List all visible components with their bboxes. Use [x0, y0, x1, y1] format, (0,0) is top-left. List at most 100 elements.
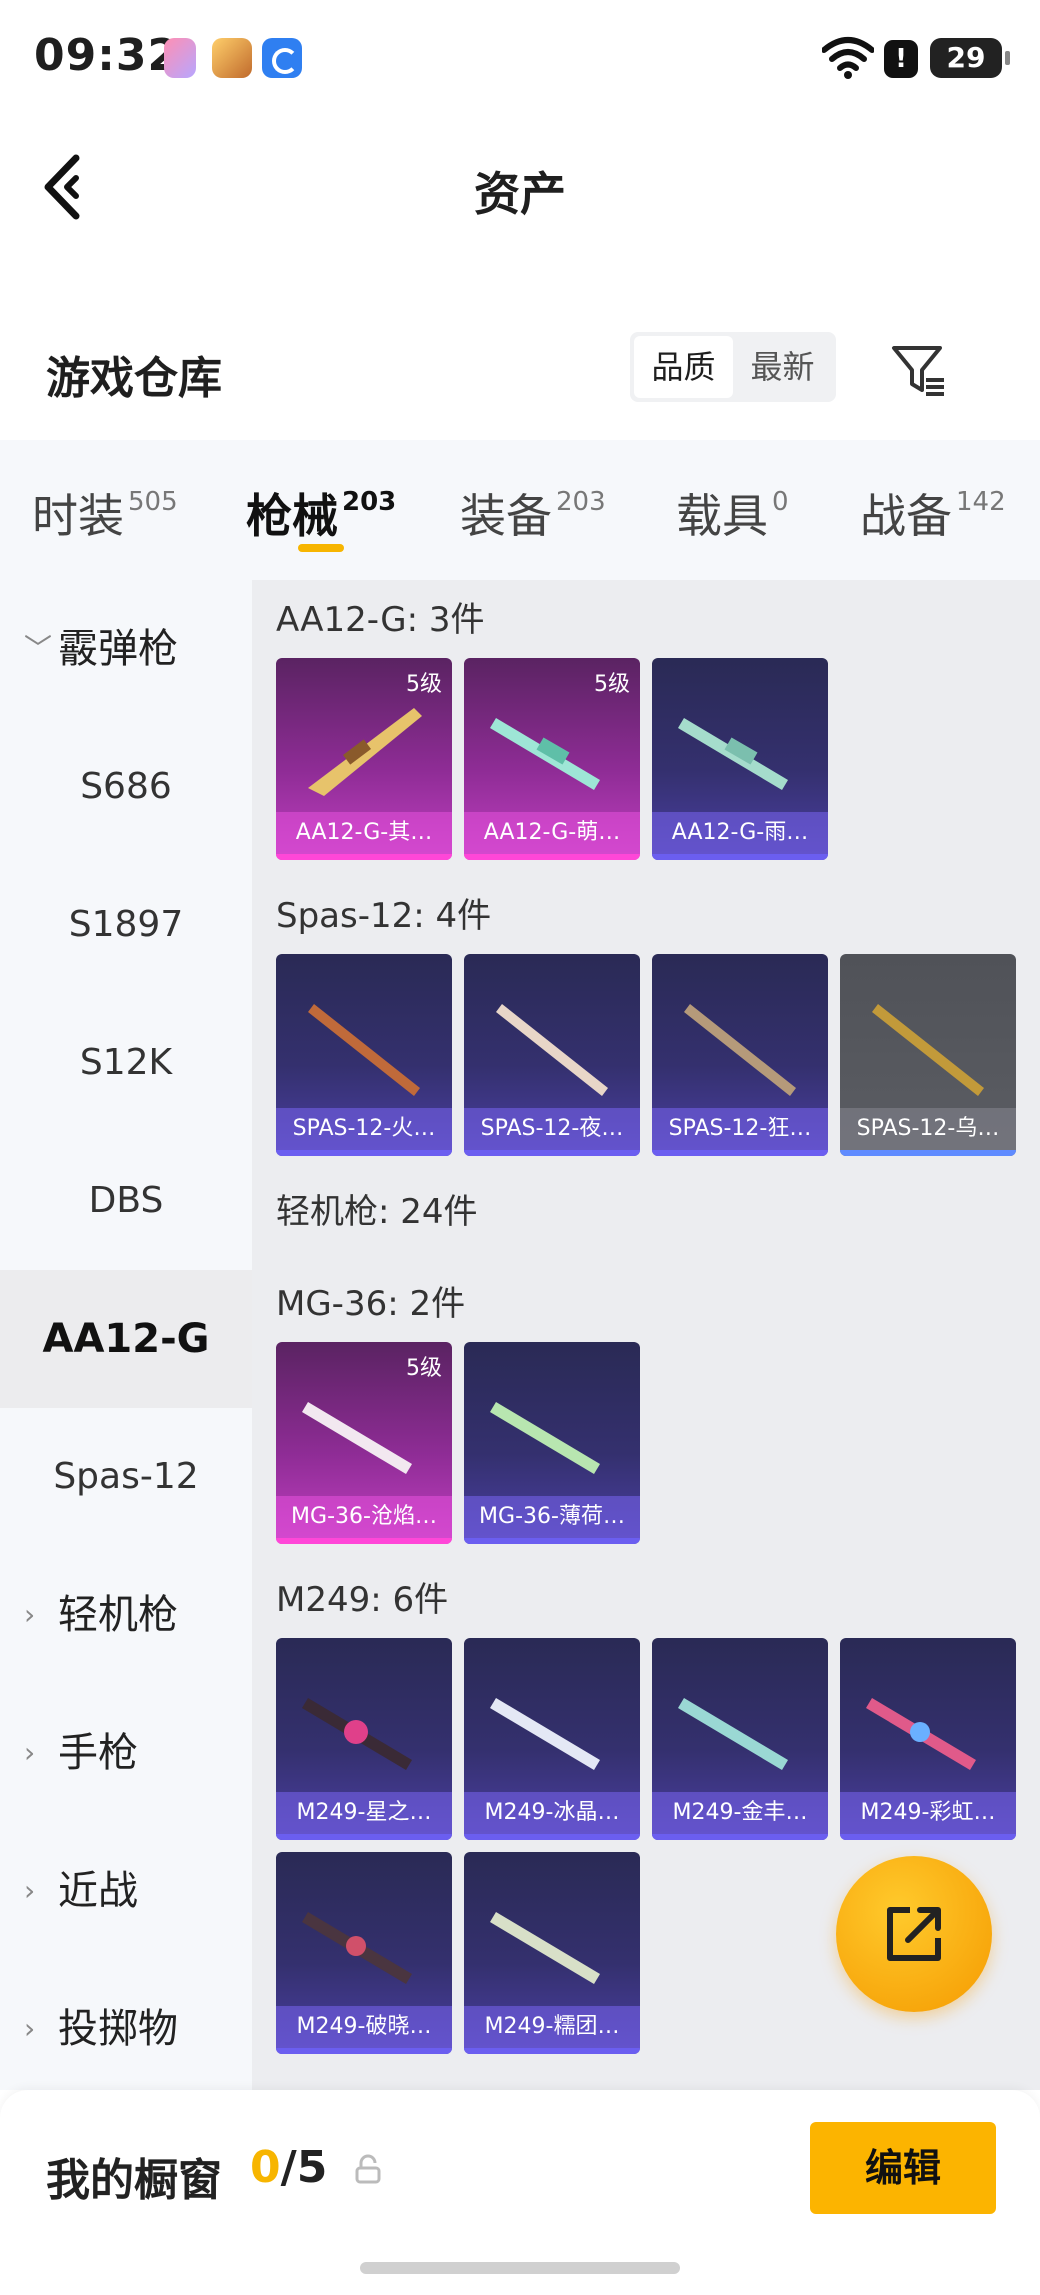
- sidebar-item-s12k[interactable]: S12K: [0, 994, 252, 1132]
- sidebar-item-aa12g[interactable]: AA12-G: [0, 1270, 252, 1408]
- weapon-card[interactable]: M249-糯团…: [464, 1852, 640, 2054]
- weapon-name: SPAS-12-乌…: [840, 1108, 1016, 1150]
- weapon-card[interactable]: M249-破晓…: [276, 1852, 452, 2054]
- weapon-card[interactable]: M249-冰晶…: [464, 1638, 640, 1840]
- tab-vehicles[interactable]: 载具 0: [676, 480, 789, 546]
- clock: 09:32: [34, 30, 180, 81]
- group-title-aa12g: AA12-G: 3件: [276, 600, 485, 640]
- alert-icon: !: [884, 40, 918, 78]
- quality-bar: [464, 1834, 640, 1840]
- weapon-card[interactable]: AA12-G-雨…: [652, 658, 828, 860]
- showcase-count: 0/5: [250, 2142, 327, 2193]
- section-title: 游戏仓库: [46, 353, 222, 404]
- weapon-name: M249-破晓…: [276, 2006, 452, 2048]
- lmg-skin-icon: [490, 1698, 600, 1770]
- filter-icon[interactable]: [888, 340, 948, 400]
- weapon-card[interactable]: 5级 AA12-G-萌…: [464, 658, 640, 860]
- weapon-type-sidebar: ﹀ 霰弹枪 S686 S1897 S12K DBS AA12-G Spas-12 …: [0, 580, 252, 2090]
- warehouse-header: 游戏仓库 品质 最新: [0, 320, 1040, 440]
- hotspot-app-icon: [262, 38, 302, 78]
- tab-label: 装备: [460, 489, 552, 543]
- tab-fashion[interactable]: 时装 505: [32, 480, 178, 546]
- shotgun-skin-icon: [496, 1004, 608, 1096]
- level-badge: 5级: [406, 672, 442, 697]
- chevron-right-icon: ›: [24, 1736, 36, 1769]
- showcase-bar: 我的橱窗 0/5 编辑: [0, 2090, 1040, 2295]
- weapon-card[interactable]: M249-彩虹…: [840, 1638, 1016, 1840]
- tab-label: 载具: [676, 489, 768, 543]
- sidebar-group-lmg[interactable]: › 轻机枪: [0, 1546, 252, 1684]
- quality-bar: [276, 2048, 452, 2054]
- weapon-name: M249-金丰…: [652, 1792, 828, 1834]
- sort-latest-button[interactable]: 最新: [733, 336, 832, 398]
- sidebar-item-label: 近战: [58, 1868, 138, 1914]
- tab-supplies[interactable]: 战备 142: [860, 480, 1006, 546]
- home-indicator: [360, 2262, 680, 2274]
- sidebar-item-label: 投掷物: [58, 2006, 178, 2052]
- tab-equipment[interactable]: 装备 203: [460, 480, 606, 546]
- weapon-name: SPAS-12-狂…: [652, 1108, 828, 1150]
- quality-bar: [840, 1834, 1016, 1840]
- weapon-name: AA12-G-其…: [276, 812, 452, 854]
- sidebar-item-s686[interactable]: S686: [0, 718, 252, 856]
- chevron-right-icon: ›: [24, 1598, 36, 1631]
- shotgun-skin-icon: [490, 718, 600, 790]
- sidebar-group-melee[interactable]: › 近战: [0, 1822, 252, 1960]
- weapon-card[interactable]: 5级 AA12-G-其…: [276, 658, 452, 860]
- quality-bar: [276, 1834, 452, 1840]
- weapon-card[interactable]: M249-星之…: [276, 1638, 452, 1840]
- weapon-name: SPAS-12-夜…: [464, 1108, 640, 1150]
- quality-bar: [840, 1150, 1016, 1156]
- status-bar: 09:32 ! 29: [0, 0, 1040, 120]
- sidebar-group-pistol[interactable]: › 手枪: [0, 1684, 252, 1822]
- weapon-card[interactable]: SPAS-12-火…: [276, 954, 452, 1156]
- game-app-icon: [212, 38, 252, 78]
- weapon-name: SPAS-12-火…: [276, 1108, 452, 1150]
- weapon-card[interactable]: SPAS-12-夜…: [464, 954, 640, 1156]
- sort-quality-button[interactable]: 品质: [634, 336, 733, 398]
- tab-count: 0: [772, 487, 789, 517]
- sort-toggle: 品质 最新: [630, 332, 836, 402]
- battery-icon: 29: [930, 38, 1010, 78]
- sidebar-item-label: 手枪: [58, 1730, 138, 1776]
- sidebar-item-s1897[interactable]: S1897: [0, 856, 252, 994]
- weapon-name: MG-36-沧焰…: [276, 1496, 452, 1538]
- shotgun-skin-icon: [872, 1004, 984, 1096]
- weapon-name: M249-冰晶…: [464, 1792, 640, 1834]
- rifle-skin-icon: [490, 1402, 600, 1474]
- showcase-count-total: /5: [280, 2142, 328, 2193]
- shotgun-skin-icon: [308, 708, 422, 796]
- sidebar-group-shotgun[interactable]: ﹀ 霰弹枪: [0, 580, 252, 718]
- shotgun-skin-icon: [678, 718, 788, 790]
- share-button[interactable]: [836, 1856, 992, 2012]
- weapon-card[interactable]: M249-金丰…: [652, 1638, 828, 1840]
- sidebar-item-dbs[interactable]: DBS: [0, 1132, 252, 1270]
- chevron-right-icon: ›: [24, 2012, 36, 2045]
- weapon-card[interactable]: MG-36-薄荷…: [464, 1342, 640, 1544]
- lock-icon: [355, 2154, 381, 2184]
- sidebar-group-throwable[interactable]: › 投掷物: [0, 1960, 252, 2098]
- quality-bar: [276, 854, 452, 860]
- quality-bar: [652, 854, 828, 860]
- active-tab-indicator: [298, 544, 344, 552]
- weapon-card[interactable]: 5级 MG-36-沧焰…: [276, 1342, 452, 1544]
- showcase-label: 我的橱窗: [46, 2155, 222, 2206]
- weapon-card[interactable]: SPAS-12-狂…: [652, 954, 828, 1156]
- level-badge: 5级: [594, 672, 630, 697]
- weapon-name: M249-星之…: [276, 1792, 452, 1834]
- chevron-right-icon: ›: [24, 1874, 36, 1907]
- group-title-m249: M249: 6件: [276, 1580, 449, 1620]
- weapon-name: M249-彩虹…: [840, 1792, 1016, 1834]
- page-title: 资产: [474, 167, 566, 221]
- weapon-card[interactable]: SPAS-12-乌…: [840, 954, 1016, 1156]
- lmg-skin-icon: [302, 1698, 412, 1770]
- chevron-down-icon: ﹀: [24, 632, 53, 665]
- tab-label: 时装: [32, 489, 124, 543]
- sidebar-item-spas12[interactable]: Spas-12: [0, 1408, 252, 1546]
- shotgun-skin-icon: [684, 1004, 796, 1096]
- tab-count: 142: [956, 487, 1006, 517]
- group-title-mg36: MG-36: 2件: [276, 1284, 466, 1324]
- tab-firearms[interactable]: 枪械 203: [246, 480, 396, 546]
- quality-bar: [652, 1150, 828, 1156]
- edit-button[interactable]: 编辑: [810, 2122, 996, 2214]
